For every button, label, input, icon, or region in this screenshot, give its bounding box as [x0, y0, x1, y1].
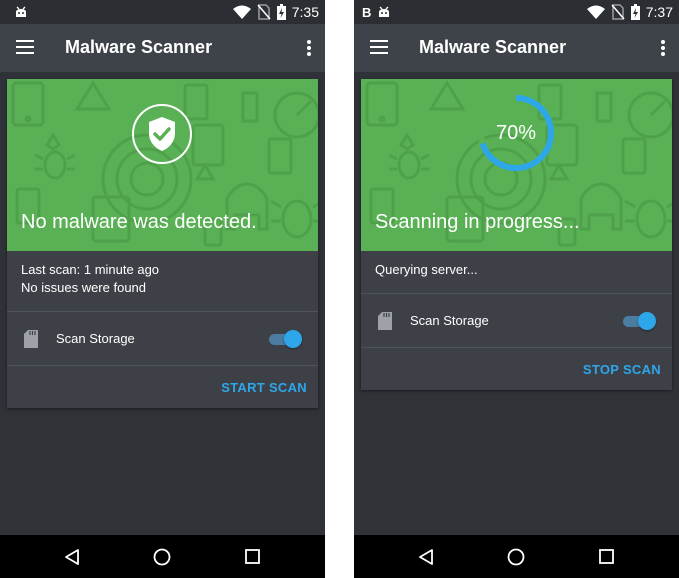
progress-percent: 70%	[495, 121, 537, 144]
app-bar: Malware Scanner	[0, 24, 325, 72]
scan-status-detail: Querying server...	[375, 262, 478, 277]
status-bar: 7:35	[0, 0, 325, 24]
status-right-group: 7:37	[586, 3, 673, 21]
scan-storage-row[interactable]: Scan Storage	[361, 294, 672, 348]
card-actions: START SCAN	[7, 366, 318, 408]
scan-info-section: Querying server...	[361, 251, 672, 294]
android-debug-icon	[16, 6, 26, 17]
toggle-thumb	[638, 312, 656, 330]
battery-charging-icon	[276, 4, 286, 20]
wifi-icon	[232, 5, 251, 19]
more-vert-icon[interactable]	[305, 38, 311, 58]
app-title: Malware Scanner	[419, 37, 567, 57]
recents-icon[interactable]	[245, 549, 260, 564]
more-vert-icon[interactable]	[659, 38, 665, 58]
no-sim-icon	[257, 4, 271, 20]
status-left-group: B	[362, 4, 391, 20]
scan-storage-label: Scan Storage	[56, 331, 135, 346]
navigation-bar	[0, 535, 325, 578]
issues-summary-text: No issues were found	[21, 280, 147, 295]
recents-icon[interactable]	[599, 549, 614, 564]
home-icon[interactable]	[507, 548, 525, 566]
status-notification-letter: B	[362, 4, 372, 20]
wifi-icon	[586, 5, 605, 19]
toggle-thumb	[284, 330, 302, 348]
scan-result-headline: No malware was detected.	[21, 211, 257, 233]
last-scan-text: Last scan: 1 minute ago	[21, 262, 160, 277]
back-icon[interactable]	[64, 549, 80, 565]
scan-info-section: Last scan: 1 minute ago No issues were f…	[7, 251, 318, 312]
phone-screen-idle: 7:35 Malware Scanner No malware was dete…	[0, 0, 325, 578]
no-sim-icon	[611, 4, 625, 20]
scan-status-headline: Scanning in progress...	[375, 211, 580, 233]
shield-check-icon	[132, 104, 192, 164]
app-title: Malware Scanner	[65, 37, 213, 57]
home-icon[interactable]	[153, 548, 171, 566]
hamburger-menu-icon[interactable]	[16, 40, 34, 54]
scan-storage-label: Scan Storage	[410, 313, 489, 328]
status-time: 7:37	[645, 4, 673, 20]
sd-card-icon	[24, 330, 38, 348]
scan-progress-banner: 70% Scanning in progress...	[361, 79, 672, 251]
navigation-bar	[354, 535, 679, 578]
status-left-group	[8, 4, 28, 20]
status-time: 7:35	[291, 4, 319, 20]
scan-status-card: No malware was detected. Last scan: 1 mi…	[7, 79, 318, 408]
status-right-group: 7:35	[232, 3, 319, 21]
scan-storage-row[interactable]: Scan Storage	[7, 312, 318, 366]
app-bar: Malware Scanner	[354, 24, 679, 72]
stop-scan-button[interactable]: STOP SCAN	[583, 362, 661, 377]
start-scan-button[interactable]: START SCAN	[221, 380, 307, 395]
status-bar: B 7:37	[354, 0, 679, 24]
card-actions: STOP SCAN	[361, 348, 672, 390]
battery-charging-icon	[630, 4, 640, 20]
hamburger-menu-icon[interactable]	[370, 40, 388, 54]
back-icon[interactable]	[418, 549, 434, 565]
scan-storage-toggle[interactable]	[266, 330, 302, 348]
phone-screen-scanning: B 7:37 Malware Scanner 70% Scanning in p…	[354, 0, 679, 578]
scan-status-card: 70% Scanning in progress... Querying ser…	[361, 79, 672, 390]
sd-card-icon	[378, 312, 392, 330]
scan-result-banner: No malware was detected.	[7, 79, 318, 251]
scan-storage-toggle[interactable]	[620, 312, 656, 330]
android-debug-icon	[379, 6, 390, 17]
